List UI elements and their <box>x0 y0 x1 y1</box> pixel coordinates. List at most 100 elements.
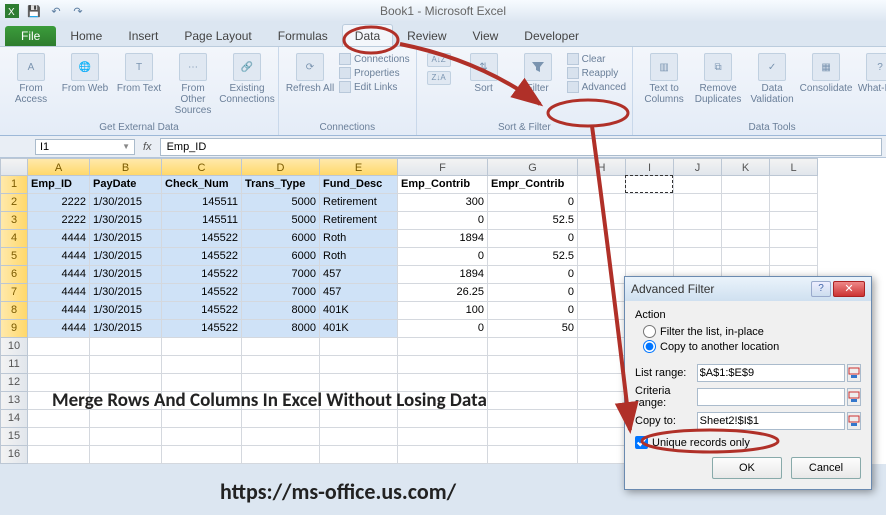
help-icon[interactable]: ? <box>811 281 831 297</box>
row-header[interactable]: 7 <box>0 284 28 302</box>
cell[interactable]: 401K <box>320 320 398 338</box>
cell[interactable]: Roth <box>320 230 398 248</box>
cell[interactable]: Roth <box>320 248 398 266</box>
cell[interactable] <box>674 212 722 230</box>
cell[interactable]: 52.5 <box>488 212 578 230</box>
cell[interactable]: 300 <box>398 194 488 212</box>
close-icon[interactable]: ✕ <box>833 281 865 297</box>
tab-data[interactable]: Data <box>342 24 393 46</box>
cell[interactable]: 4444 <box>28 320 90 338</box>
cell[interactable]: 7000 <box>242 284 320 302</box>
column-header[interactable]: A <box>28 158 90 176</box>
cell[interactable] <box>578 176 626 194</box>
cell[interactable]: Retirement <box>320 194 398 212</box>
cell[interactable] <box>242 356 320 374</box>
sort-az-button[interactable]: A↓ZZ↓A <box>423 49 455 87</box>
cell[interactable] <box>28 356 90 374</box>
cell[interactable]: Emp_ID <box>28 176 90 194</box>
cell[interactable] <box>242 338 320 356</box>
row-header[interactable]: 8 <box>0 302 28 320</box>
cell[interactable]: 50 <box>488 320 578 338</box>
tab-page-layout[interactable]: Page Layout <box>172 25 263 46</box>
cell[interactable] <box>626 248 674 266</box>
cell[interactable] <box>770 212 818 230</box>
cell[interactable] <box>674 176 722 194</box>
cell[interactable]: 0 <box>488 230 578 248</box>
from-other-sources-button[interactable]: ⋯From Other Sources <box>168 49 218 116</box>
cell[interactable] <box>674 248 722 266</box>
cell[interactable]: 2222 <box>28 212 90 230</box>
cell[interactable] <box>578 266 626 284</box>
cell[interactable] <box>398 446 488 464</box>
cell[interactable]: 145522 <box>162 302 242 320</box>
cell[interactable]: Trans_Type <box>242 176 320 194</box>
cell[interactable]: 4444 <box>28 230 90 248</box>
cell[interactable]: 100 <box>398 302 488 320</box>
cell[interactable] <box>578 338 626 356</box>
from-web-button[interactable]: 🌐From Web <box>60 49 110 94</box>
cell[interactable] <box>770 176 818 194</box>
tab-view[interactable]: View <box>461 25 511 46</box>
cell[interactable] <box>578 284 626 302</box>
radio-filter-in-place[interactable]: Filter the list, in-place <box>643 325 861 338</box>
cell[interactable] <box>578 446 626 464</box>
cell[interactable] <box>674 230 722 248</box>
tab-formulas[interactable]: Formulas <box>266 25 340 46</box>
cell[interactable] <box>242 446 320 464</box>
cell[interactable] <box>722 212 770 230</box>
cell[interactable] <box>162 428 242 446</box>
row-header[interactable]: 11 <box>0 356 28 374</box>
cell[interactable]: 1/30/2015 <box>90 212 162 230</box>
edit-links-button[interactable]: Edit Links <box>339 81 410 93</box>
from-access-button[interactable]: AFrom Access <box>6 49 56 105</box>
cell[interactable] <box>28 338 90 356</box>
cell[interactable] <box>162 356 242 374</box>
what-if-button[interactable]: ?What-If Ar <box>855 49 886 94</box>
cell[interactable]: 6000 <box>242 230 320 248</box>
cell[interactable]: 4444 <box>28 284 90 302</box>
cell[interactable] <box>162 338 242 356</box>
column-header[interactable]: L <box>770 158 818 176</box>
cell[interactable]: 145522 <box>162 230 242 248</box>
cell[interactable]: 1894 <box>398 230 488 248</box>
cell[interactable] <box>578 356 626 374</box>
column-header[interactable]: H <box>578 158 626 176</box>
column-header[interactable]: E <box>320 158 398 176</box>
tab-file[interactable]: File <box>5 26 56 46</box>
cell[interactable]: 0 <box>488 302 578 320</box>
cell[interactable] <box>488 338 578 356</box>
column-header[interactable]: I <box>626 158 674 176</box>
column-header[interactable]: K <box>722 158 770 176</box>
select-all-corner[interactable] <box>0 158 28 176</box>
cell[interactable]: 0 <box>488 284 578 302</box>
column-header[interactable]: J <box>674 158 722 176</box>
undo-icon[interactable]: ↶ <box>48 3 64 19</box>
cell[interactable]: 1/30/2015 <box>90 248 162 266</box>
cell[interactable]: 401K <box>320 302 398 320</box>
range-picker-icon[interactable] <box>847 364 861 382</box>
cell[interactable] <box>488 356 578 374</box>
tab-developer[interactable]: Developer <box>512 25 591 46</box>
redo-icon[interactable]: ↷ <box>70 3 86 19</box>
cell[interactable] <box>770 248 818 266</box>
radio-copy-to-location[interactable]: Copy to another location <box>643 340 861 353</box>
cell[interactable]: 1/30/2015 <box>90 320 162 338</box>
text-to-columns-button[interactable]: ▥Text to Columns <box>639 49 689 105</box>
reapply-button[interactable]: Reapply <box>567 67 626 79</box>
row-header[interactable]: 10 <box>0 338 28 356</box>
cell[interactable]: Empr_Contrib <box>488 176 578 194</box>
cell[interactable] <box>626 230 674 248</box>
cell[interactable] <box>578 248 626 266</box>
cell[interactable]: 8000 <box>242 320 320 338</box>
cell[interactable]: 26.25 <box>398 284 488 302</box>
tab-home[interactable]: Home <box>58 25 114 46</box>
properties-button[interactable]: Properties <box>339 67 410 79</box>
cell[interactable] <box>578 428 626 446</box>
cell[interactable] <box>398 356 488 374</box>
row-header[interactable]: 12 <box>0 374 28 392</box>
cell[interactable]: 1894 <box>398 266 488 284</box>
from-text-button[interactable]: TFrom Text <box>114 49 164 94</box>
cell[interactable] <box>722 176 770 194</box>
cell[interactable] <box>578 230 626 248</box>
data-validation-button[interactable]: ✓Data Validation <box>747 49 797 105</box>
